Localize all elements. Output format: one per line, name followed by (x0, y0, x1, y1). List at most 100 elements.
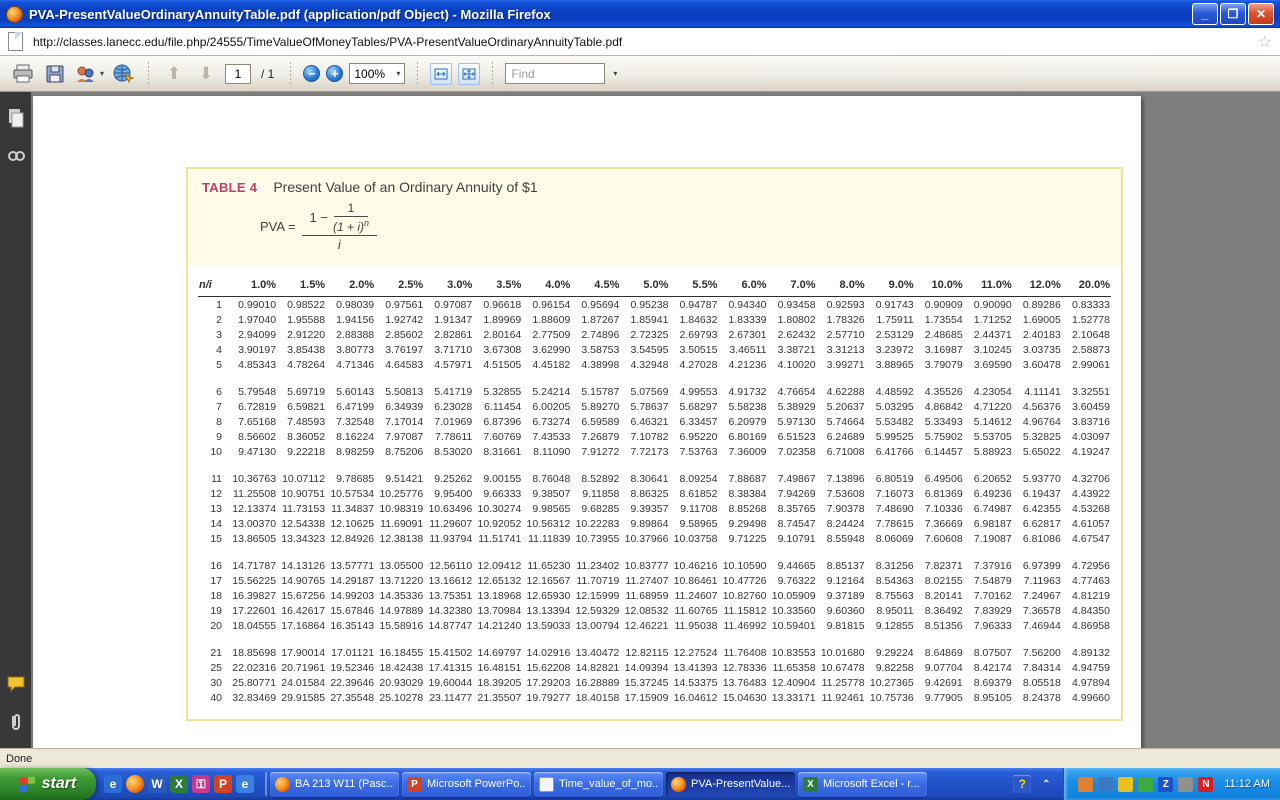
pva-value: 15.04630 (718, 690, 767, 705)
find-input[interactable]: Find (505, 63, 605, 84)
pva-value: 12.46221 (620, 618, 669, 633)
pva-value: 1.94156 (326, 312, 375, 327)
attachments-panel-icon[interactable] (6, 710, 26, 734)
pva-value: 6.80519 (866, 471, 915, 486)
pva-value: 1.89969 (473, 312, 522, 327)
pva-value: 8.55948 (817, 531, 866, 546)
pva-value: 10.63496 (424, 501, 473, 516)
tray-icon-shield[interactable] (1118, 777, 1133, 792)
pva-value: 8.61852 (669, 486, 718, 501)
pva-value: 10.01680 (817, 645, 866, 660)
pva-value: 9.82258 (866, 660, 915, 675)
pva-value: 17.22601 (228, 603, 277, 618)
taskbar-window-button[interactable]: BA 213 W11 (Pasc... (270, 772, 399, 797)
tray-icon-messenger[interactable] (1078, 777, 1093, 792)
minimize-button[interactable]: _ (1192, 3, 1218, 25)
save-button[interactable] (42, 61, 68, 87)
pva-value: 8.85268 (718, 501, 767, 516)
pva-value: 8.05518 (1013, 675, 1062, 690)
find-dropdown-arrow[interactable]: ▾ (613, 69, 617, 78)
quicklaunch-ie2-icon[interactable]: e (236, 775, 254, 793)
tray-icon-volume[interactable] (1178, 777, 1193, 792)
pva-value: 9.11858 (571, 486, 620, 501)
quicklaunch-ie-icon[interactable]: e (104, 775, 122, 793)
pva-value: 10.03758 (669, 531, 718, 546)
pva-value: 6.23028 (424, 399, 473, 414)
zoom-out-button[interactable]: − (303, 65, 320, 82)
address-bar: http://classes.lanecc.edu/file.php/24555… (0, 28, 1280, 56)
pva-value: 4.32706 (1062, 471, 1111, 486)
quicklaunch-firefox-icon[interactable] (126, 775, 144, 793)
pva-value: 14.99203 (326, 588, 375, 603)
collaborate-dropdown-arrow[interactable]: ▾ (100, 69, 104, 78)
pva-value: 11.29607 (424, 516, 473, 531)
taskbar-window-button[interactable]: XMicrosoft Excel - r... (798, 772, 927, 797)
pva-value: 0.99010 (228, 297, 277, 313)
taskbar-window-button[interactable]: PMicrosoft PowerPo... (402, 772, 531, 797)
window-titlebar[interactable]: PVA-PresentValueOrdinaryAnnuityTable.pdf… (0, 0, 1280, 28)
pva-value: 13.41393 (669, 660, 718, 675)
table-row: 54.853434.782644.713464.645834.579714.51… (198, 357, 1111, 372)
web-button[interactable] (110, 61, 136, 87)
bookmark-star-icon[interactable]: ☆ (1258, 32, 1272, 52)
tray-icon-zip[interactable]: Z (1158, 777, 1173, 792)
table-number-label: TABLE 4 (202, 180, 257, 195)
pva-value: 7.54879 (964, 573, 1013, 588)
row-period: 25 (198, 660, 228, 675)
save-icon (45, 64, 65, 84)
restore-button[interactable]: ❐ (1220, 3, 1246, 25)
pva-value: 17.15909 (620, 690, 669, 705)
pva-value: 10.07112 (277, 471, 326, 486)
pva-value: 8.75206 (375, 444, 424, 459)
pva-value: 6.62817 (1013, 516, 1062, 531)
previous-page-button[interactable]: ⬆ (161, 61, 187, 87)
taskbar-window-button[interactable]: Time_value_of_mo... (534, 772, 663, 797)
pva-value: 3.85438 (277, 342, 326, 357)
taskbar-window-button[interactable]: PVA-PresentValue... (666, 772, 795, 797)
quicklaunch-word-icon[interactable]: W (148, 775, 166, 793)
pva-value: 6.81369 (915, 486, 964, 501)
pva-value: 8.64869 (915, 645, 964, 660)
formula-inner-fraction: 1 (1 + i)n (333, 201, 369, 234)
pva-value: 5.38929 (768, 399, 817, 414)
table-row: 1917.2260116.4261715.6784614.9788914.323… (198, 603, 1111, 618)
pva-value: 0.95238 (620, 297, 669, 313)
tray-icon-norton[interactable]: N (1198, 777, 1213, 792)
inner-denominator: (1 + i) (333, 220, 364, 234)
pages-panel-icon[interactable] (6, 106, 26, 130)
window-title: PVA-PresentValueOrdinaryAnnuityTable.pdf… (29, 7, 1192, 22)
help-button[interactable]: ? (1013, 775, 1031, 793)
pva-value: 7.84314 (1013, 660, 1062, 675)
pva-value: 9.98565 (522, 501, 571, 516)
quicklaunch-powerpoint-icon[interactable]: P (214, 775, 232, 793)
comments-panel-icon[interactable] (6, 672, 26, 696)
pva-value: 9.25262 (424, 471, 473, 486)
url-input[interactable]: http://classes.lanecc.edu/file.php/24555… (33, 35, 1250, 49)
close-button[interactable]: ✕ (1248, 3, 1274, 25)
start-button[interactable]: start (0, 768, 96, 800)
zoom-in-button[interactable]: + (326, 65, 343, 82)
fit-width-button[interactable] (430, 63, 452, 85)
tray-icon-update[interactable] (1138, 777, 1153, 792)
quicklaunch-excel-icon[interactable]: X (170, 775, 188, 793)
tray-icon-network[interactable] (1098, 777, 1113, 792)
print-button[interactable] (10, 61, 36, 87)
pva-value: 18.40158 (571, 690, 620, 705)
pva-value: 1.85941 (620, 312, 669, 327)
row-period: 40 (198, 690, 228, 705)
bookmarks-panel-icon[interactable] (6, 144, 26, 168)
pva-value: 0.98039 (326, 297, 375, 313)
page-number-input[interactable]: 1 (225, 64, 251, 84)
collaborate-button[interactable]: ▾ (74, 61, 104, 87)
zoom-level-select[interactable]: 100% ▾ (349, 63, 405, 84)
taskbar-chevron-button[interactable]: ⌃ (1037, 775, 1055, 793)
pva-value: 8.95105 (964, 690, 1013, 705)
pva-value: 4.99553 (669, 384, 718, 399)
pva-value: 9.10791 (768, 531, 817, 546)
column-header-rate: 1.5% (277, 276, 326, 297)
pva-value: 7.26879 (571, 429, 620, 444)
fit-page-button[interactable] (458, 63, 480, 85)
status-text: Done (6, 753, 32, 765)
next-page-button[interactable]: ⬇ (193, 61, 219, 87)
quicklaunch-key-icon[interactable]: ⚿ (192, 775, 210, 793)
